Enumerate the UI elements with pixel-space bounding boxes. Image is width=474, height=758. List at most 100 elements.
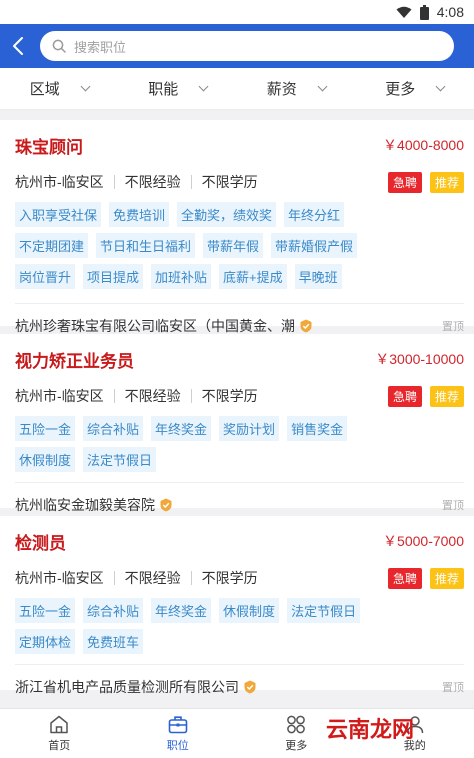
company-name[interactable]: 浙江省机电产品质量检测所有限公司 (15, 677, 239, 697)
job-card[interactable]: 珠宝顾问 ￥4000-8000 杭州市-临安区 不限经验 不限学历 急聘 推荐 … (0, 120, 474, 334)
search-placeholder: 搜索职位 (74, 39, 127, 55)
chevron-down-icon (435, 81, 446, 92)
watermark-text: 云南龙网 (326, 717, 415, 743)
verified-badge-icon (160, 498, 172, 511)
benefit-tag: 休假制度 (15, 447, 76, 472)
job-title: 视力矫正业务员 (15, 351, 134, 371)
benefit-tag: 法定节假日 (83, 447, 157, 472)
benefit-tag: 入职享受社保 (15, 202, 102, 227)
divider (113, 175, 115, 189)
benefit-tag: 定期体检 (15, 629, 76, 654)
benefit-tag: 年终奖金 (151, 416, 212, 441)
benefit-tags: 入职享受社保 免费培训 全勤奖，绩效奖 年终分红 不定期团建 节日和生日福利 带… (15, 202, 415, 289)
benefit-tag: 节日和生日福利 (96, 233, 196, 258)
job-salary: ￥4000-8000 (383, 137, 464, 153)
benefit-tag: 加班补贴 (151, 264, 212, 289)
job-salary: ￥3000-10000 (375, 351, 464, 367)
wifi-icon (396, 6, 412, 18)
benefit-tag: 销售奖金 (287, 416, 348, 441)
back-arrow-icon (13, 37, 23, 55)
benefit-tag: 免费培训 (109, 202, 170, 227)
verified-badge-icon (300, 319, 312, 332)
job-salary: ￥5000-7000 (383, 533, 464, 549)
benefit-tag: 全勤奖，绩效奖 (177, 202, 277, 227)
job-location: 杭州市-临安区 (15, 174, 104, 190)
job-card[interactable]: 视力矫正业务员 ￥3000-10000 杭州市-临安区 不限经验 不限学历 急聘… (0, 334, 474, 513)
job-experience: 不限经验 (124, 570, 181, 586)
benefit-tag: 底薪+提成 (219, 264, 287, 289)
filter-label: 薪资 (266, 81, 297, 98)
tab-label: 首页 (48, 739, 71, 752)
benefit-tag: 年终奖金 (151, 598, 212, 623)
company-name[interactable]: 杭州珍奢珠宝有限公司临安区（中国黄金、潮 (15, 316, 295, 336)
filter-region[interactable]: 区域 (0, 68, 119, 109)
pin-label: 置顶 (442, 320, 464, 333)
benefit-tag: 免费班车 (83, 629, 144, 654)
divider (113, 389, 115, 403)
benefit-tag: 五险一金 (15, 416, 76, 441)
filter-bar: 区域 职能 薪资 更多 (0, 68, 474, 110)
benefit-tag: 项目提成 (83, 264, 144, 289)
tab-home[interactable]: 首页 (0, 709, 119, 758)
benefit-tag: 年终分红 (284, 202, 345, 227)
top-app-bar: 搜索职位 (0, 24, 474, 68)
job-title: 检测员 (15, 533, 66, 553)
job-location: 杭州市-临安区 (15, 388, 104, 404)
search-input[interactable]: 搜索职位 (40, 31, 454, 61)
back-button[interactable] (0, 24, 36, 68)
job-experience: 不限经验 (124, 388, 181, 404)
benefit-tag: 岗位晋升 (15, 264, 76, 289)
company-name[interactable]: 杭州临安金珈毅美容院 (15, 495, 155, 515)
job-card[interactable]: 检测员 ￥5000-7000 杭州市-临安区 不限经验 不限学历 急聘 推荐 五… (0, 516, 474, 695)
recommend-badge: 推荐 (429, 171, 464, 193)
benefit-tag: 法定节假日 (287, 598, 361, 623)
benefit-tag: 休假制度 (219, 598, 280, 623)
home-icon (50, 715, 68, 733)
watermark: 云南龙网 (326, 712, 414, 744)
search-icon (52, 39, 66, 53)
job-education: 不限学历 (201, 174, 258, 190)
benefit-tag: 不定期团建 (15, 233, 89, 258)
recommend-badge: 推荐 (429, 567, 464, 589)
benefit-tag: 带薪年假 (203, 233, 264, 258)
chevron-down-icon (80, 81, 91, 92)
verified-badge-icon (244, 680, 256, 693)
recommend-badge: 推荐 (429, 385, 464, 407)
tab-label: 更多 (285, 739, 308, 752)
urgent-badge: 急聘 (387, 567, 422, 589)
divider (190, 175, 192, 189)
pin-label: 置顶 (442, 499, 464, 512)
divider (190, 571, 192, 585)
benefit-tags: 五险一金 综合补贴 年终奖金 奖励计划 销售奖金 休假制度 法定节假日 (15, 416, 415, 472)
tab-label: 职位 (166, 739, 189, 752)
benefit-tag: 早晚班 (294, 264, 342, 289)
divider (190, 389, 192, 403)
benefit-tag: 综合补贴 (83, 598, 144, 623)
chevron-down-icon (317, 81, 328, 92)
grid-icon (287, 715, 306, 733)
job-experience: 不限经验 (124, 174, 181, 190)
job-education: 不限学历 (201, 388, 258, 404)
tab-jobs[interactable]: 职位 (119, 709, 238, 758)
filter-function[interactable]: 职能 (119, 68, 238, 109)
benefit-tag: 综合补贴 (83, 416, 144, 441)
pin-label: 置顶 (442, 681, 464, 694)
status-time: 4:08 (436, 4, 464, 20)
benefit-tags: 五险一金 综合补贴 年终奖金 休假制度 法定节假日 定期体检 免费班车 (15, 598, 415, 654)
chevron-down-icon (198, 81, 209, 92)
urgent-badge: 急聘 (387, 171, 422, 193)
job-location: 杭州市-临安区 (15, 570, 104, 586)
filter-label: 职能 (148, 81, 179, 98)
filter-salary[interactable]: 薪资 (237, 68, 356, 109)
job-title: 珠宝顾问 (15, 137, 83, 157)
status-bar: 4:08 (0, 0, 474, 24)
benefit-tag: 五险一金 (15, 598, 76, 623)
divider (113, 571, 115, 585)
briefcase-icon (168, 715, 188, 733)
job-education: 不限学历 (201, 570, 258, 586)
filter-more[interactable]: 更多 (356, 68, 474, 109)
filter-label: 更多 (385, 81, 416, 98)
urgent-badge: 急聘 (387, 385, 422, 407)
benefit-tag: 带薪婚假产假 (271, 233, 358, 258)
filter-label: 区域 (29, 81, 60, 98)
